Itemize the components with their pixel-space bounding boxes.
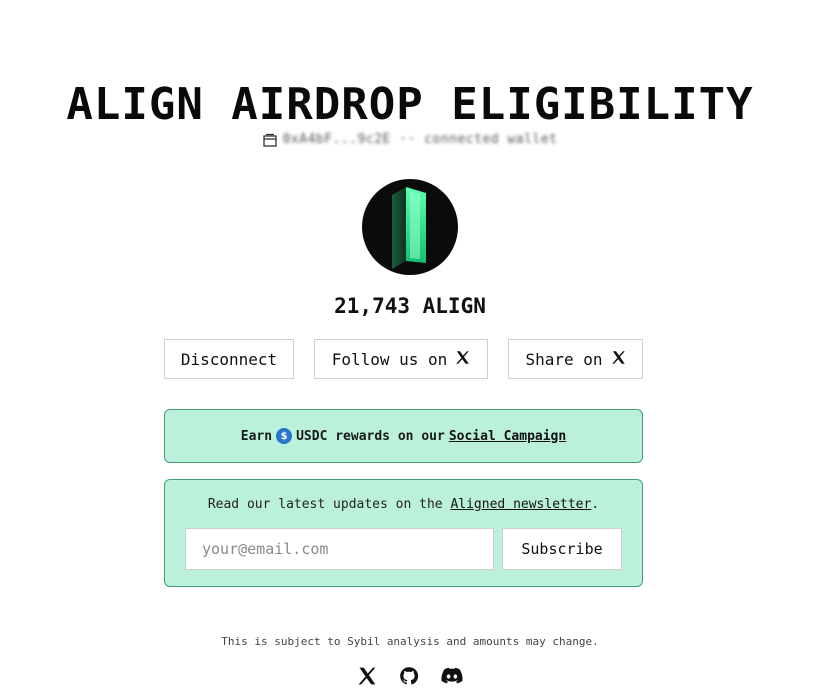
wallet-address-row: 0xA4bF...9c2E ·· connected wallet: [0, 132, 820, 147]
newsletter-text: Read our latest updates on the Aligned n…: [165, 497, 642, 512]
github-icon[interactable]: [399, 666, 419, 686]
discord-icon[interactable]: [441, 666, 463, 686]
airdrop-amount: 21,743 ALIGN: [334, 294, 486, 318]
share-label: Share on: [525, 349, 603, 369]
follow-on-x-button[interactable]: Follow us on: [314, 339, 488, 379]
footer-social-links: [0, 666, 820, 686]
earn-prefix: Earn: [240, 428, 273, 444]
wallet-address: 0xA4bF...9c2E ·· connected wallet: [282, 132, 558, 147]
wallet-icon: [262, 133, 277, 147]
usdc-icon: $: [276, 428, 293, 444]
newsletter-prefix: Read our latest updates on the: [207, 497, 443, 512]
email-input[interactable]: [185, 528, 494, 570]
disconnect-label: Disconnect: [180, 349, 278, 369]
earn-banner: Earn $ USDC rewards on our Social Campai…: [164, 409, 643, 463]
follow-label: Follow us on: [331, 349, 448, 369]
newsletter-card: Read our latest updates on the Aligned n…: [164, 479, 643, 587]
x-icon: [611, 350, 626, 369]
social-campaign-link[interactable]: Social Campaign: [449, 429, 566, 444]
align-logo: [362, 179, 458, 275]
subscribe-button[interactable]: Subscribe: [502, 528, 622, 570]
aligned-newsletter-link[interactable]: Aligned newsletter: [450, 497, 591, 512]
x-icon[interactable]: [357, 666, 377, 686]
page-title: ALIGN AIRDROP ELIGIBILITY: [66, 79, 754, 131]
newsletter-suffix: .: [591, 497, 600, 512]
share-on-x-button[interactable]: Share on: [508, 339, 643, 379]
sybil-disclaimer: This is subject to Sybil analysis and am…: [221, 635, 599, 648]
earn-text: USDC rewards on our: [296, 428, 445, 444]
x-icon: [455, 350, 470, 369]
disconnect-button[interactable]: Disconnect: [164, 339, 294, 379]
